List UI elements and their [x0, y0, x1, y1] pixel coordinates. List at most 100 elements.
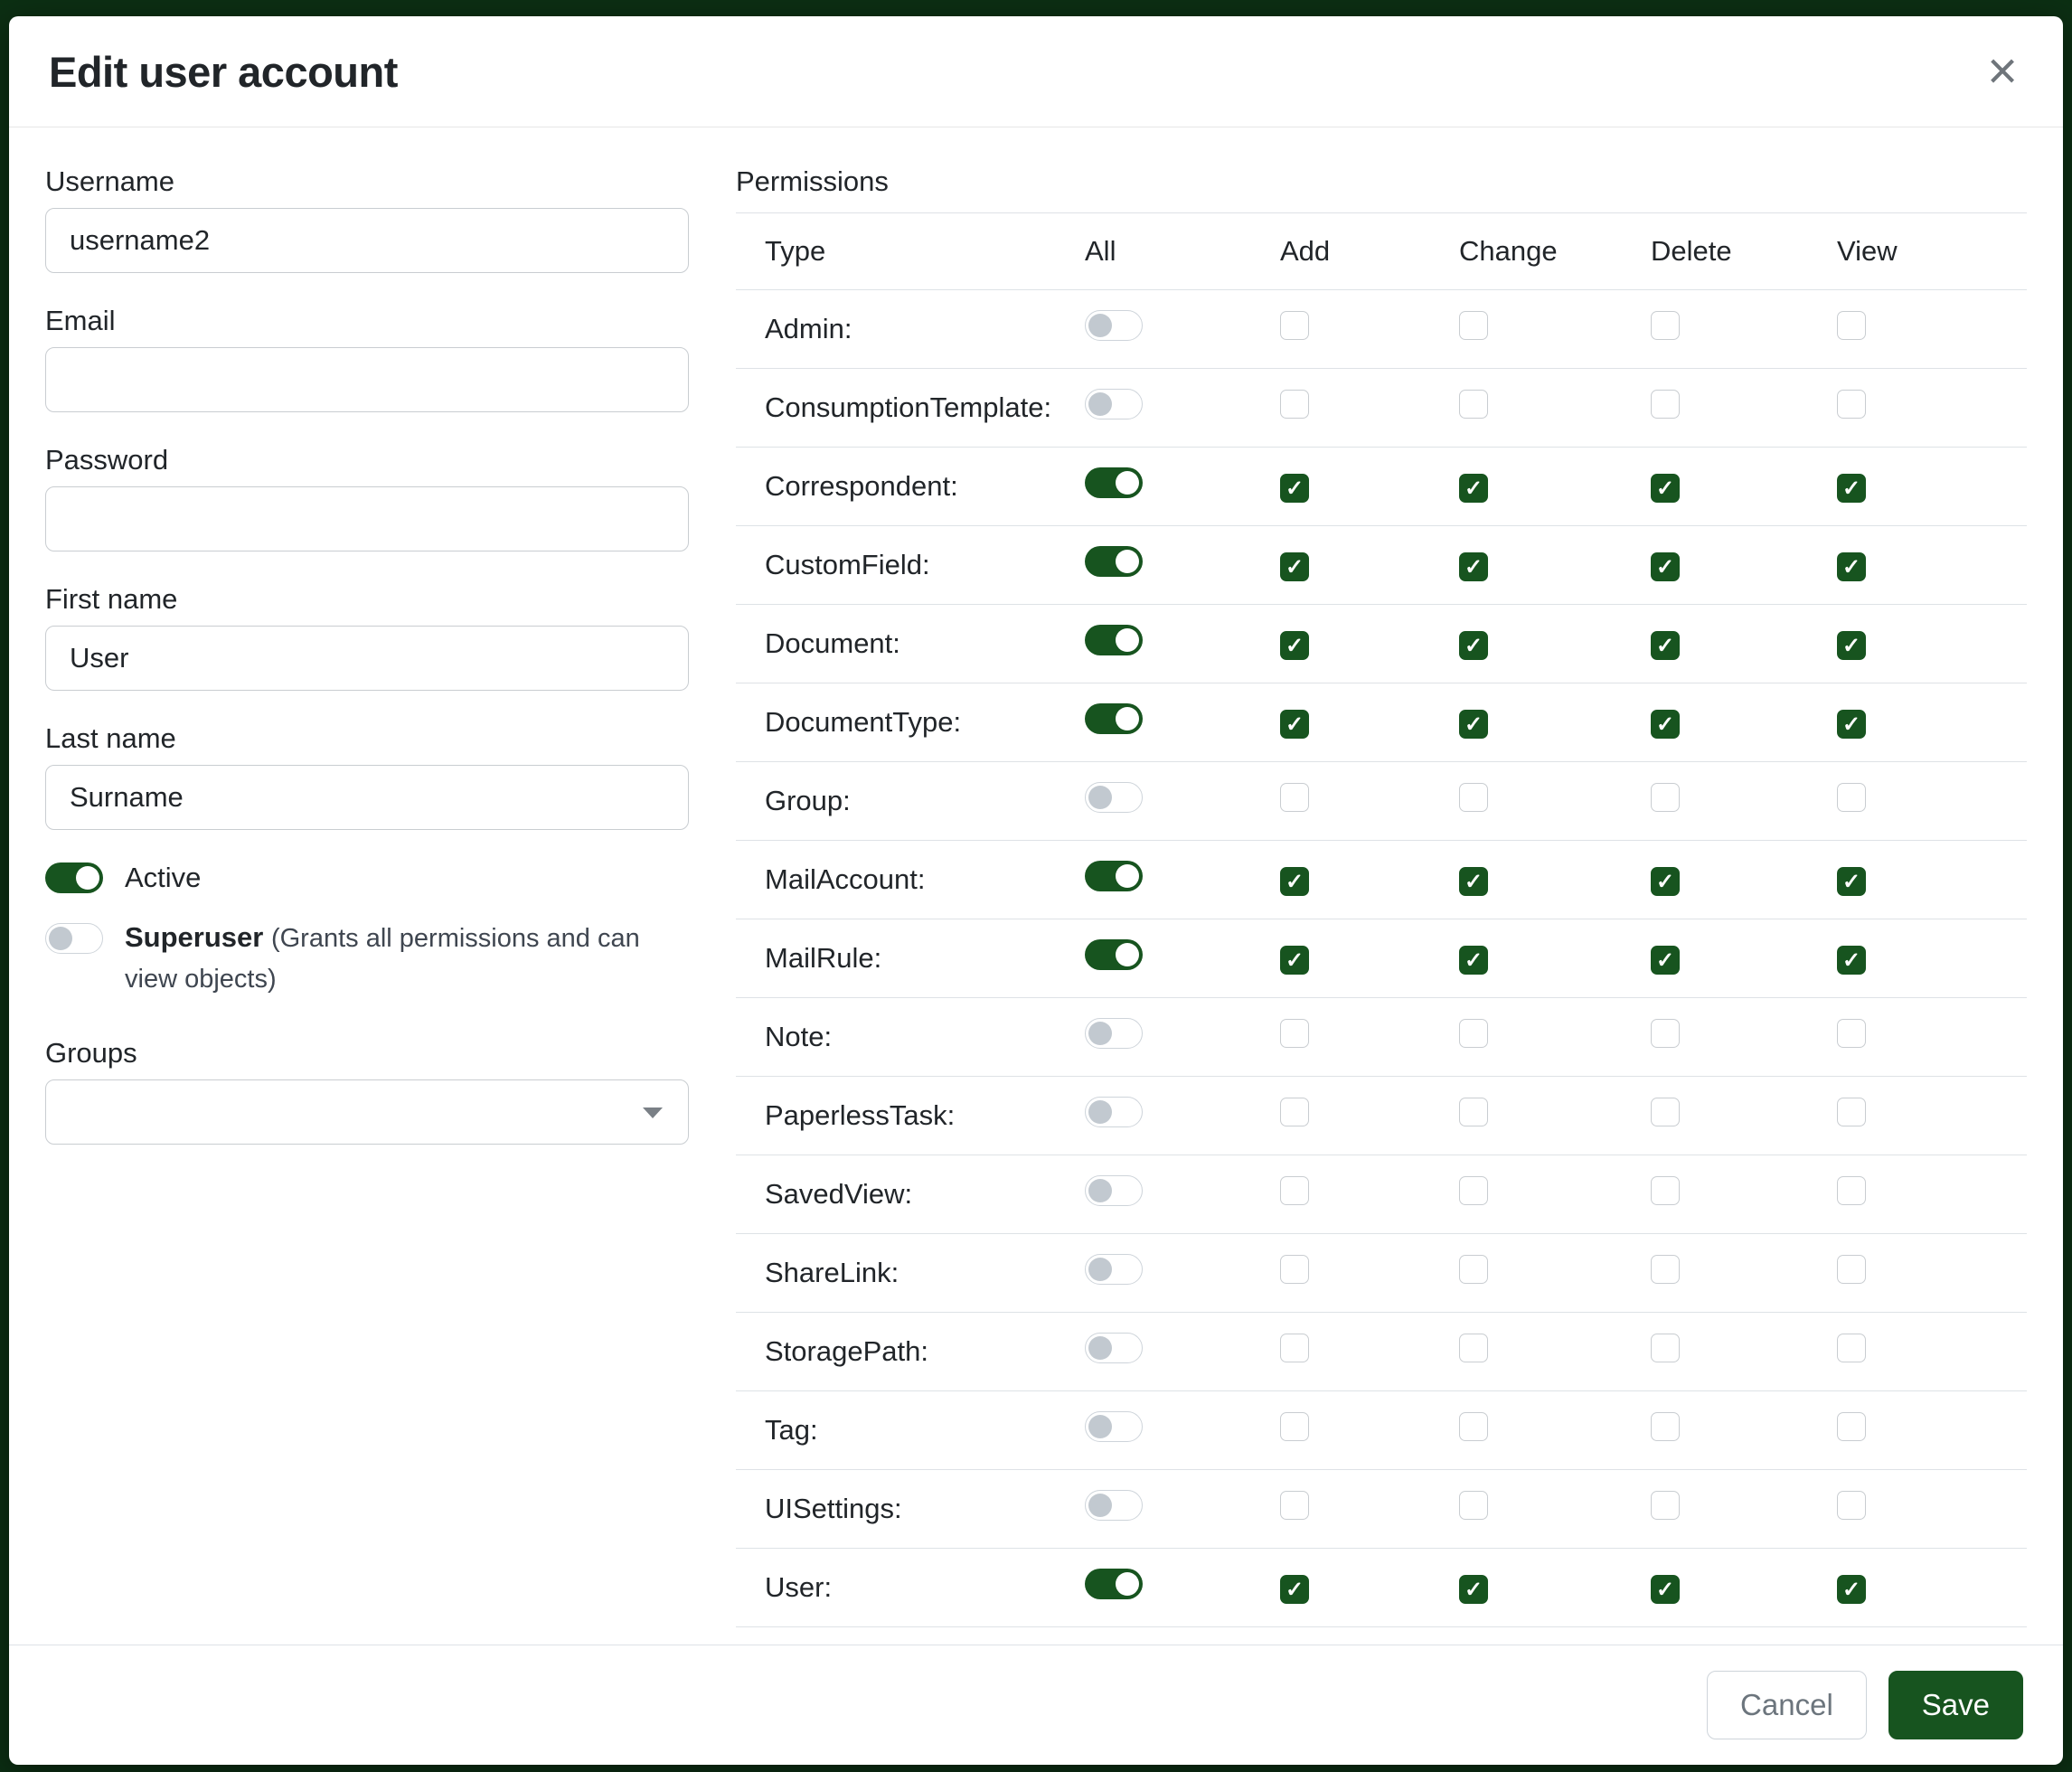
save-button[interactable]: Save: [1888, 1671, 2023, 1739]
permission-add-checkbox[interactable]: [1280, 1176, 1309, 1205]
email-input[interactable]: [45, 347, 689, 412]
permission-change-checkbox[interactable]: [1459, 390, 1488, 419]
permission-all-toggle[interactable]: [1085, 1097, 1143, 1127]
permission-delete-checkbox[interactable]: [1651, 1098, 1680, 1126]
permission-view-checkbox[interactable]: ✓: [1837, 1575, 1866, 1604]
permission-all-toggle[interactable]: [1085, 546, 1143, 577]
permission-add-checkbox[interactable]: [1280, 1098, 1309, 1126]
permission-delete-checkbox[interactable]: ✓: [1651, 474, 1680, 503]
permission-add-checkbox[interactable]: [1280, 1491, 1309, 1520]
permission-view-checkbox[interactable]: [1837, 1255, 1866, 1284]
permission-add-checkbox[interactable]: [1280, 311, 1309, 340]
permission-delete-checkbox[interactable]: ✓: [1651, 946, 1680, 975]
permission-view-checkbox[interactable]: [1837, 1098, 1866, 1126]
permission-add-checkbox[interactable]: [1280, 1412, 1309, 1441]
permission-change-checkbox[interactable]: [1459, 1098, 1488, 1126]
permission-view-checkbox[interactable]: ✓: [1837, 474, 1866, 503]
permission-add-checkbox[interactable]: ✓: [1280, 552, 1309, 581]
permission-all-toggle[interactable]: [1085, 467, 1143, 498]
username-input[interactable]: [45, 208, 689, 273]
permission-delete-checkbox[interactable]: [1651, 1019, 1680, 1048]
cancel-button[interactable]: Cancel: [1707, 1671, 1867, 1739]
permission-add-checkbox[interactable]: ✓: [1280, 1575, 1309, 1604]
permission-all-toggle[interactable]: [1085, 703, 1143, 734]
modal-header: Edit user account ×: [9, 16, 2063, 127]
permission-view-checkbox[interactable]: [1837, 311, 1866, 340]
permission-change-checkbox[interactable]: ✓: [1459, 552, 1488, 581]
permission-change-checkbox[interactable]: [1459, 783, 1488, 812]
permission-view-checkbox[interactable]: ✓: [1837, 552, 1866, 581]
permission-delete-checkbox[interactable]: ✓: [1651, 710, 1680, 739]
permission-add-checkbox[interactable]: ✓: [1280, 710, 1309, 739]
permission-view-checkbox[interactable]: [1837, 783, 1866, 812]
active-toggle[interactable]: [45, 862, 103, 893]
permission-view-checkbox[interactable]: [1837, 1412, 1866, 1441]
last-name-input[interactable]: [45, 765, 689, 830]
permission-change-checkbox[interactable]: ✓: [1459, 631, 1488, 660]
permission-all-toggle[interactable]: [1085, 782, 1143, 813]
permission-view-checkbox[interactable]: ✓: [1837, 631, 1866, 660]
password-input[interactable]: [45, 486, 689, 551]
permission-all-toggle[interactable]: [1085, 1254, 1143, 1285]
permission-change-checkbox[interactable]: ✓: [1459, 946, 1488, 975]
permission-change-checkbox[interactable]: [1459, 1412, 1488, 1441]
permission-change-checkbox[interactable]: [1459, 311, 1488, 340]
permission-all-toggle[interactable]: [1085, 625, 1143, 655]
permission-change-checkbox[interactable]: [1459, 1255, 1488, 1284]
permission-delete-checkbox[interactable]: ✓: [1651, 1575, 1680, 1604]
permission-change-checkbox[interactable]: [1459, 1491, 1488, 1520]
permission-add-checkbox[interactable]: ✓: [1280, 946, 1309, 975]
permission-all-toggle[interactable]: [1085, 1175, 1143, 1206]
permission-delete-checkbox[interactable]: ✓: [1651, 552, 1680, 581]
permission-add-checkbox[interactable]: ✓: [1280, 474, 1309, 503]
chevron-down-icon: [643, 1108, 663, 1118]
permission-view-checkbox[interactable]: ✓: [1837, 867, 1866, 896]
permission-change-checkbox[interactable]: ✓: [1459, 710, 1488, 739]
permission-view-checkbox[interactable]: [1837, 1019, 1866, 1048]
permission-all-toggle[interactable]: [1085, 1490, 1143, 1521]
permission-view-checkbox[interactable]: [1837, 1491, 1866, 1520]
permission-view-checkbox[interactable]: ✓: [1837, 946, 1866, 975]
permission-add-checkbox[interactable]: ✓: [1280, 867, 1309, 896]
close-icon[interactable]: ×: [1982, 45, 2023, 98]
permission-all-toggle[interactable]: [1085, 939, 1143, 970]
permission-change-checkbox[interactable]: [1459, 1176, 1488, 1205]
permission-delete-checkbox[interactable]: [1651, 1176, 1680, 1205]
permission-delete-checkbox[interactable]: [1651, 1334, 1680, 1362]
permission-add-checkbox[interactable]: [1280, 783, 1309, 812]
permission-view-checkbox[interactable]: [1837, 1176, 1866, 1205]
permission-all-toggle[interactable]: [1085, 1018, 1143, 1049]
permission-delete-checkbox[interactable]: [1651, 1491, 1680, 1520]
permission-all-toggle[interactable]: [1085, 1411, 1143, 1442]
permission-delete-checkbox[interactable]: ✓: [1651, 631, 1680, 660]
permission-change-checkbox[interactable]: [1459, 1334, 1488, 1362]
permission-row: ShareLink:: [736, 1234, 2027, 1313]
superuser-toggle[interactable]: [45, 923, 103, 954]
permission-view-checkbox[interactable]: [1837, 390, 1866, 419]
permission-delete-checkbox[interactable]: [1651, 311, 1680, 340]
permission-all-toggle[interactable]: [1085, 310, 1143, 341]
permission-change-checkbox[interactable]: ✓: [1459, 1575, 1488, 1604]
permission-add-checkbox[interactable]: [1280, 1019, 1309, 1048]
groups-select[interactable]: [45, 1079, 689, 1145]
permission-add-checkbox[interactable]: [1280, 1255, 1309, 1284]
permission-view-checkbox[interactable]: [1837, 1334, 1866, 1362]
permission-add-checkbox[interactable]: [1280, 1334, 1309, 1362]
permission-all-toggle[interactable]: [1085, 1333, 1143, 1363]
permission-add-checkbox[interactable]: ✓: [1280, 631, 1309, 660]
permission-change-checkbox[interactable]: ✓: [1459, 867, 1488, 896]
permission-change-checkbox[interactable]: ✓: [1459, 474, 1488, 503]
permission-all-toggle[interactable]: [1085, 1569, 1143, 1599]
permission-delete-checkbox[interactable]: [1651, 1255, 1680, 1284]
permission-all-toggle[interactable]: [1085, 861, 1143, 891]
permission-all-toggle[interactable]: [1085, 389, 1143, 419]
permission-delete-checkbox[interactable]: [1651, 1412, 1680, 1441]
permission-change-checkbox[interactable]: [1459, 1019, 1488, 1048]
permission-add-checkbox[interactable]: [1280, 390, 1309, 419]
permission-delete-checkbox[interactable]: [1651, 390, 1680, 419]
permission-type-label: CustomField:: [765, 549, 930, 580]
permission-delete-checkbox[interactable]: ✓: [1651, 867, 1680, 896]
first-name-input[interactable]: [45, 626, 689, 691]
permission-view-checkbox[interactable]: ✓: [1837, 710, 1866, 739]
permission-delete-checkbox[interactable]: [1651, 783, 1680, 812]
